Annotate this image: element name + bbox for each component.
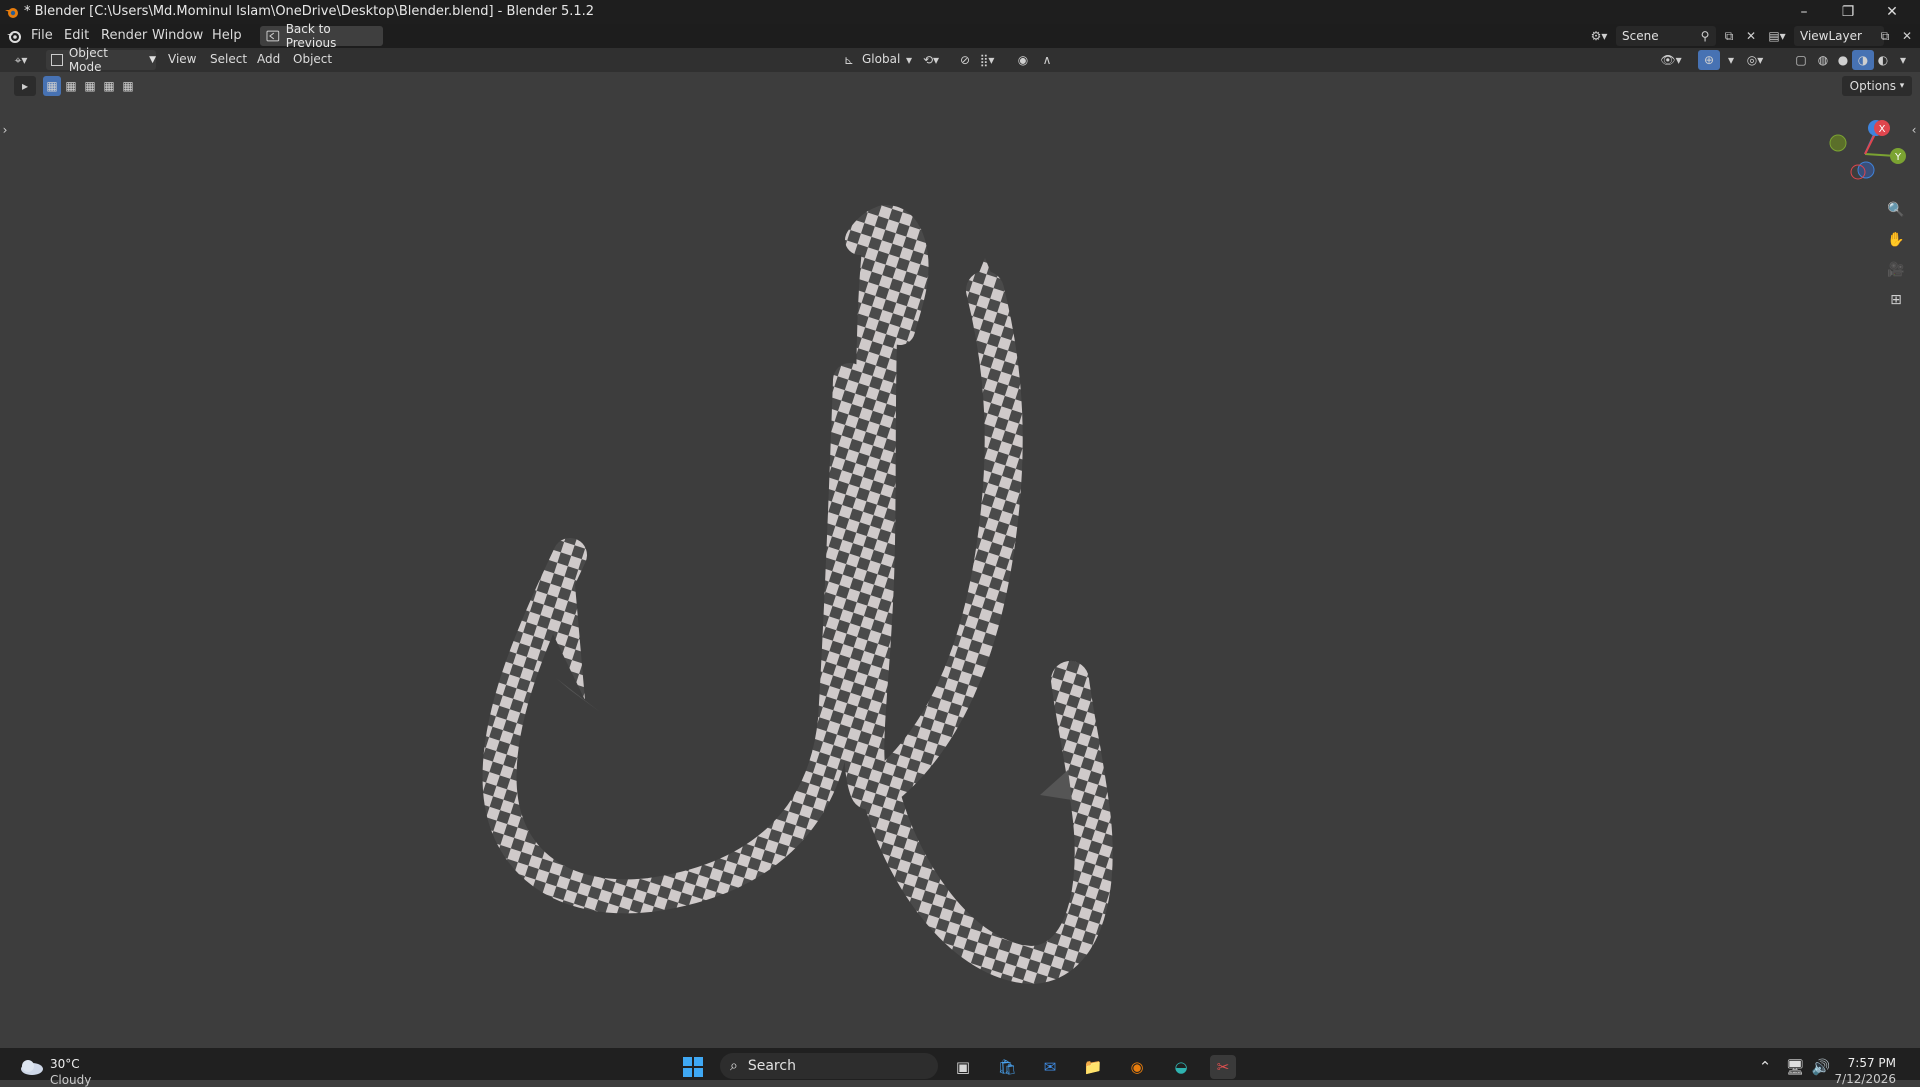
shading-options-chevron-icon[interactable]: ▾ — [1892, 50, 1914, 70]
taskbar-search-placeholder: Search — [747, 1058, 796, 1074]
gizmo-x-label: X — [1879, 124, 1886, 135]
select-subtract-icon[interactable]: ▦ — [81, 76, 99, 96]
menu-window[interactable]: Window — [152, 28, 203, 43]
header-menu-object[interactable]: Object — [293, 52, 332, 66]
rendered-shading-icon[interactable]: ◐ — [1872, 50, 1894, 70]
object-mode-label: Object Mode — [68, 46, 108, 74]
pin-icon[interactable]: ⚲ — [1694, 26, 1716, 46]
view-layer-label: ViewLayer — [1800, 29, 1862, 43]
edge-browser-icon[interactable]: ◒ — [1168, 1055, 1194, 1079]
object-mode-dropdown[interactable]: Object Mode ▼ — [46, 46, 156, 74]
material-preview-shading-icon[interactable]: ◑ — [1852, 50, 1874, 70]
window-titlebar: * Blender [C:\Users\Md.Mominul Islam\One… — [0, 0, 1920, 24]
outlook-icon[interactable]: ✉ — [1037, 1055, 1063, 1079]
new-scene-icon[interactable]: ⧉ — [1718, 26, 1740, 46]
proportional-editing-icon[interactable]: ◉ — [1012, 50, 1034, 70]
gizmo-neg-y-icon — [1829, 134, 1847, 152]
chevron-down-icon[interactable]: ▾ — [898, 50, 920, 70]
viewport-canvas[interactable] — [0, 0, 1920, 1080]
snap-target-icon[interactable]: ⣿▾ — [976, 50, 998, 70]
proportional-falloff-icon[interactable]: ∧ — [1036, 50, 1058, 70]
pivot-point-icon[interactable]: ⟲▾ — [920, 50, 942, 70]
chevron-down-icon[interactable]: ▾ — [1720, 50, 1742, 70]
options-dropdown[interactable]: Options ▾ — [1842, 76, 1912, 96]
gizmo-y-label: Y — [1894, 152, 1902, 163]
blender-menu-icon[interactable] — [6, 28, 22, 44]
select-new-icon[interactable]: ▦ — [43, 76, 61, 96]
view-layer-browse-icon[interactable]: ▤▾ — [1766, 26, 1788, 46]
network-icon[interactable]: 🖥 — [1782, 1055, 1808, 1079]
show-hidden-icons-chevron-icon[interactable]: ⌃ — [1752, 1055, 1778, 1079]
window-title: * Blender [C:\Users\Md.Mominul Islam\One… — [24, 4, 595, 19]
new-view-layer-icon[interactable]: ⧉ — [1874, 26, 1896, 46]
navigation-gizmo[interactable]: X Y — [1820, 116, 1920, 186]
weather-description[interactable]: Cloudy — [50, 1073, 91, 1087]
menu-edit[interactable]: Edit — [64, 28, 89, 43]
header-menu-add[interactable]: Add — [257, 52, 280, 66]
file-explorer-icon[interactable]: 📁 — [1080, 1055, 1106, 1079]
object-mode-icon — [51, 54, 63, 66]
overlays-toggle-icon[interactable]: ◎▾ — [1744, 50, 1766, 70]
microsoft-store-icon[interactable]: 🛍 — [994, 1055, 1020, 1079]
chevron-down-icon: ▾ — [1899, 81, 1905, 91]
toolbar-expand-chevron-icon[interactable]: › — [0, 120, 10, 140]
header-menu-select[interactable]: Select — [210, 52, 247, 66]
visibility-selectability-icon[interactable]: 👁▾ — [1660, 50, 1682, 70]
snap-toggle-icon[interactable]: ⊘ — [954, 50, 976, 70]
delete-scene-icon[interactable]: ✕ — [1740, 26, 1762, 46]
taskbar-clock-date[interactable]: 7/12/2026 — [1834, 1072, 1896, 1086]
snipping-tool-icon[interactable]: ✂ — [1210, 1055, 1236, 1079]
solid-shading-icon[interactable]: ● — [1832, 50, 1854, 70]
perspective-toggle-icon[interactable]: ⊞ — [1884, 288, 1908, 312]
wireframe-shading-icon[interactable]: ◍ — [1812, 50, 1834, 70]
windows-start-icon[interactable] — [680, 1055, 706, 1079]
pan-hand-icon[interactable]: ✋ — [1884, 228, 1908, 252]
close-button[interactable]: ✕ — [1870, 0, 1914, 24]
cloudy-weather-icon[interactable] — [18, 1058, 44, 1076]
gizmo-toggle-icon[interactable]: ⊕ — [1698, 50, 1720, 70]
transform-orientation-label[interactable]: Global — [862, 52, 900, 66]
minimize-button[interactable]: – — [1782, 0, 1826, 24]
options-label: Options — [1849, 79, 1896, 93]
back-to-previous-button[interactable]: Back to Previous — [260, 22, 383, 50]
back-to-previous-label: Back to Previous — [285, 22, 337, 50]
blender-taskbar-icon[interactable]: ◉ — [1124, 1055, 1150, 1079]
chevron-down-icon: ▼ — [149, 55, 156, 65]
blender-logo-icon — [5, 8, 18, 18]
taskbar-search-box[interactable]: ⌕ Search — [720, 1053, 938, 1079]
screen-back-icon — [266, 30, 280, 42]
delete-view-layer-icon[interactable]: ✕ — [1896, 26, 1918, 46]
volume-icon[interactable]: 🔊 — [1808, 1055, 1834, 1079]
maximize-button[interactable]: ❐ — [1826, 0, 1870, 24]
select-extend-icon[interactable]: ▦ — [62, 76, 80, 96]
weather-temperature[interactable]: 30°C — [50, 1057, 80, 1071]
zoom-icon[interactable]: 🔍 — [1884, 198, 1908, 222]
editor-type-icon[interactable]: ⌖▾ — [10, 50, 32, 70]
select-invert-icon[interactable]: ▦ — [100, 76, 118, 96]
menu-file[interactable]: File — [31, 28, 53, 43]
header-menu-view[interactable]: View — [168, 52, 196, 66]
select-intersect-icon[interactable]: ▦ — [119, 76, 137, 96]
xray-toggle-icon[interactable]: ▢ — [1790, 50, 1812, 70]
menu-render[interactable]: Render — [101, 28, 147, 43]
select-tool-icon[interactable]: ▸ — [14, 76, 36, 96]
task-view-icon[interactable]: ▣ — [950, 1055, 976, 1079]
transform-orientation-icon[interactable]: ⊾ — [838, 50, 860, 70]
fishing-hook-object[interactable] — [482, 205, 1113, 985]
search-icon: ⌕ — [730, 1058, 738, 1074]
menu-help[interactable]: Help — [212, 28, 242, 43]
taskbar-clock-time[interactable]: 7:57 PM — [1848, 1056, 1896, 1070]
view-layer-field[interactable]: ViewLayer — [1794, 26, 1884, 46]
camera-view-icon[interactable]: 🎥 — [1884, 258, 1908, 282]
scene-browse-icon[interactable]: ⚙▾ — [1588, 26, 1610, 46]
scene-name-label: Scene — [1622, 29, 1659, 43]
